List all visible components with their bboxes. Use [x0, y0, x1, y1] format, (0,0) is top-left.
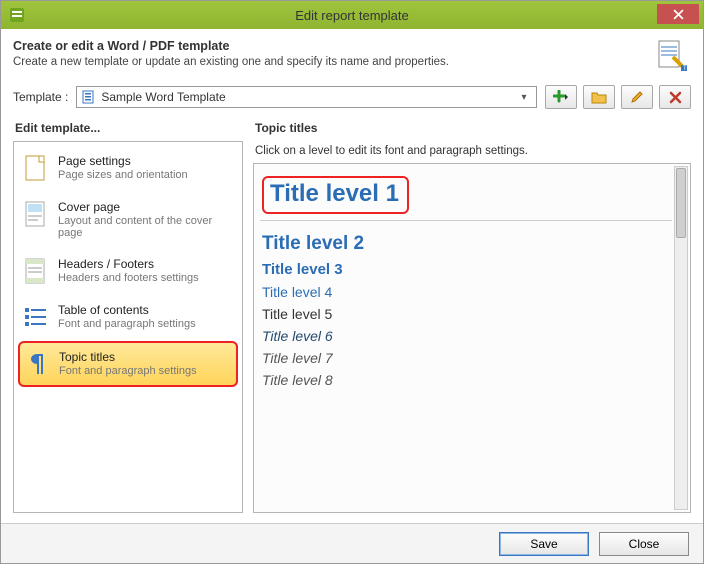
template-selected-value: Sample Word Template: [101, 90, 516, 104]
right-panel-hint: Click on a level to edit its font and pa…: [255, 145, 691, 157]
header-subtitle: Create a new template or update an exist…: [13, 56, 449, 68]
category-sub: Font and paragraph settings: [59, 365, 197, 377]
dialog-footer: Save Close: [1, 523, 703, 563]
template-toolbar: [545, 85, 691, 109]
category-title: Topic titles: [59, 350, 197, 364]
pilcrow-icon: [25, 350, 49, 378]
dialog-window: Edit report template Create or edit a Wo…: [0, 0, 704, 564]
title-levels-box: Title level 1 Title level 2 Title level …: [253, 163, 691, 513]
dialog-body: Edit template... Page settings Page size…: [1, 119, 703, 521]
chevron-down-icon: ▾: [516, 92, 532, 103]
right-panel-title: Topic titles: [255, 121, 691, 135]
save-button[interactable]: Save: [499, 532, 589, 556]
category-sub: Font and paragraph settings: [58, 318, 196, 330]
title-level-8[interactable]: Title level 8: [262, 372, 670, 388]
category-sub: Headers and footers settings: [58, 272, 199, 284]
category-toc[interactable]: Table of contents Font and paragraph set…: [18, 295, 238, 339]
title-level-5[interactable]: Title level 5: [262, 306, 670, 322]
delete-template-button[interactable]: [659, 85, 691, 109]
left-panel: Edit template... Page settings Page size…: [13, 119, 243, 513]
delete-icon: [669, 91, 682, 104]
template-dropdown[interactable]: Sample Word Template ▾: [76, 86, 537, 108]
titlebar: Edit report template: [1, 1, 703, 29]
close-window-button[interactable]: [657, 4, 699, 24]
header-footer-icon: [24, 257, 48, 285]
scrollbar-thumb[interactable]: [676, 168, 686, 238]
categories-list: Page settings Page sizes and orientation…: [13, 141, 243, 513]
cover-icon: [24, 200, 48, 228]
edit-template-button[interactable]: [621, 85, 653, 109]
close-icon: [673, 9, 684, 20]
pencil-icon: [630, 90, 644, 104]
right-panel: Topic titles Click on a level to edit it…: [253, 119, 691, 513]
left-panel-title: Edit template...: [15, 121, 243, 135]
open-template-button[interactable]: [583, 85, 615, 109]
scrollbar[interactable]: [674, 166, 688, 510]
header-title: Create or edit a Word / PDF template: [13, 39, 449, 53]
category-cover-page[interactable]: Cover page Layout and content of the cov…: [18, 192, 238, 247]
category-topic-titles[interactable]: Topic titles Font and paragraph settings: [18, 341, 238, 387]
template-label: Template :: [13, 90, 68, 104]
plus-icon: [553, 90, 569, 104]
category-title: Cover page: [58, 200, 232, 214]
category-title: Page settings: [58, 154, 188, 168]
close-button[interactable]: Close: [599, 532, 689, 556]
category-title: Table of contents: [58, 303, 196, 317]
category-sub: Layout and content of the cover page: [58, 215, 232, 239]
title-level-7[interactable]: Title level 7: [262, 350, 670, 366]
svg-text:T: T: [683, 66, 687, 71]
template-row: Template : Sample Word Template ▾: [1, 79, 703, 119]
window-title: Edit report template: [1, 8, 703, 23]
header-region: Create or edit a Word / PDF template Cre…: [1, 29, 703, 79]
template-doc-icon: T: [655, 39, 687, 71]
page-icon: [24, 154, 48, 182]
category-page-settings[interactable]: Page settings Page sizes and orientation: [18, 146, 238, 190]
folder-icon: [591, 90, 607, 104]
word-doc-icon: [81, 89, 97, 105]
category-sub: Page sizes and orientation: [58, 169, 188, 181]
title-level-1[interactable]: Title level 1: [262, 176, 409, 214]
title-level-6[interactable]: Title level 6: [262, 328, 670, 344]
toc-icon: [24, 303, 48, 331]
header-text: Create or edit a Word / PDF template Cre…: [13, 39, 449, 68]
title-level-2[interactable]: Title level 2: [262, 233, 670, 255]
category-headers-footers[interactable]: Headers / Footers Headers and footers se…: [18, 249, 238, 293]
category-title: Headers / Footers: [58, 257, 199, 271]
divider: [260, 220, 672, 221]
title-level-4[interactable]: Title level 4: [262, 284, 670, 300]
add-template-button[interactable]: [545, 85, 577, 109]
title-level-3[interactable]: Title level 3: [262, 261, 670, 278]
